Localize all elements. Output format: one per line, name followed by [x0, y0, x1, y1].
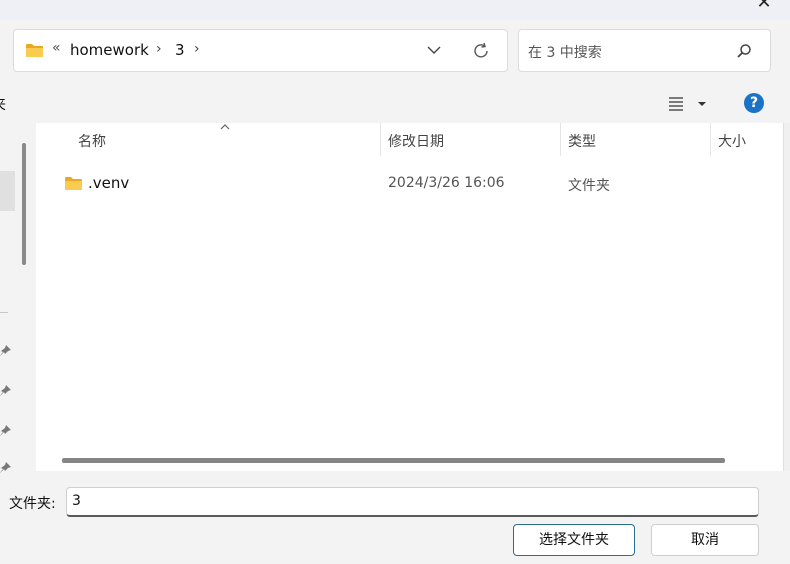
file-modified: 2024/3/26 16:06	[388, 175, 505, 191]
close-icon[interactable]: ✕	[752, 0, 776, 18]
column-divider[interactable]	[710, 123, 711, 156]
breadcrumb-separator[interactable]: ›	[156, 41, 162, 57]
file-list[interactable]: 名称 修改日期 类型 大小 .venv 2024/3/26 16:06 文件夹	[36, 123, 783, 471]
help-icon[interactable]: ?	[744, 93, 764, 113]
nav-selected-item[interactable]	[0, 171, 15, 211]
column-header-size[interactable]: 大小	[718, 131, 746, 151]
new-folder-label[interactable]: 夹	[0, 94, 6, 114]
nav-scrollbar[interactable]	[22, 143, 26, 265]
file-type: 文件夹	[568, 178, 610, 194]
refresh-icon[interactable]	[472, 42, 490, 64]
overflow-chevron-icon[interactable]: «	[52, 40, 61, 56]
file-row[interactable]: .venv 2024/3/26 16:06 文件夹	[36, 165, 783, 199]
title-bar: ✕	[0, 0, 790, 20]
column-divider[interactable]	[560, 123, 561, 156]
folder-icon	[64, 176, 83, 195]
breadcrumb-separator[interactable]: ›	[194, 41, 200, 57]
column-header-name[interactable]: 名称	[78, 131, 106, 151]
sort-ascending-icon	[220, 124, 230, 130]
folder-icon	[25, 43, 44, 62]
pin-icon[interactable]	[0, 344, 12, 358]
horizontal-scrollbar[interactable]	[62, 458, 725, 463]
navigation-pane[interactable]	[0, 123, 36, 473]
search-placeholder: 在 3 中搜索	[528, 45, 602, 61]
folder-name-input[interactable]: 3	[66, 487, 759, 517]
pin-icon[interactable]	[0, 461, 12, 475]
breadcrumb-3[interactable]: 3	[175, 41, 185, 59]
column-header-modified[interactable]: 修改日期	[388, 131, 444, 151]
pin-icon[interactable]	[0, 384, 12, 398]
list-view-icon[interactable]	[667, 93, 711, 115]
folder-name-label: 文件夹:	[9, 496, 56, 512]
search-input[interactable]: 在 3 中搜索	[518, 29, 771, 72]
column-divider[interactable]	[380, 123, 381, 156]
address-bar[interactable]: « homework › 3 ›	[13, 29, 508, 72]
pin-icon[interactable]	[0, 424, 12, 438]
cancel-button[interactable]: 取消	[651, 524, 759, 556]
nav-divider	[0, 312, 8, 313]
chevron-down-icon[interactable]	[426, 42, 442, 62]
column-header-type[interactable]: 类型	[568, 131, 596, 151]
file-name: .venv	[88, 174, 130, 192]
breadcrumb-homework[interactable]: homework	[70, 41, 149, 59]
select-folder-button[interactable]: 选择文件夹	[513, 524, 635, 556]
search-icon[interactable]	[736, 43, 752, 63]
right-edge	[783, 123, 790, 471]
